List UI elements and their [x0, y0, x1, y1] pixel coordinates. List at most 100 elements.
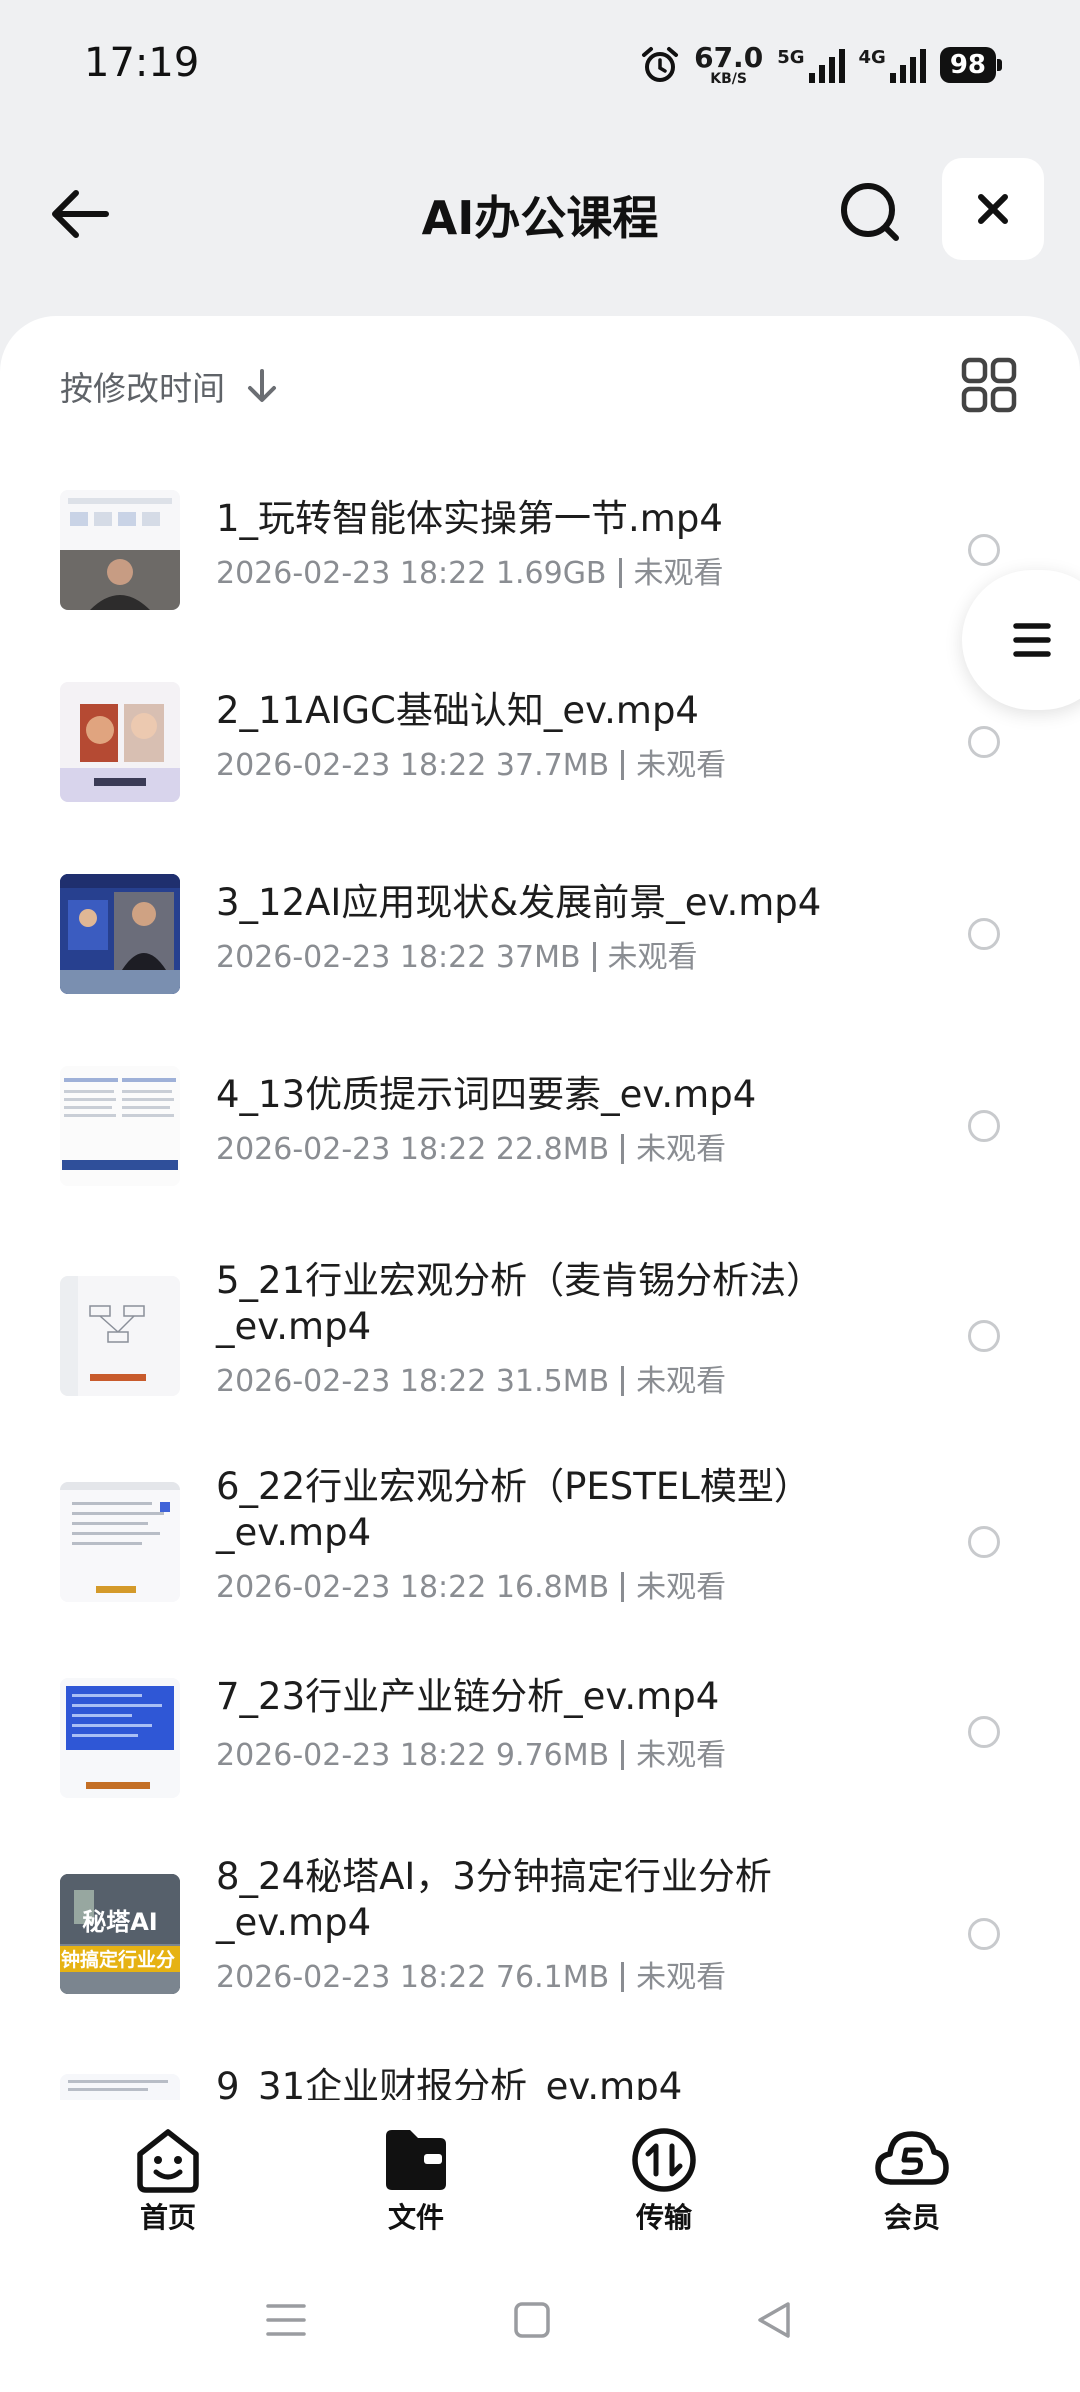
grid-view-button[interactable] [960, 356, 1018, 414]
meta-divider [621, 1962, 625, 1992]
video-thumbnail [60, 874, 180, 994]
file-name: 8_24秘塔AI，3分钟搞定行业分析_ev.mp4 [216, 1855, 772, 1944]
home-face-icon [137, 2129, 199, 2193]
file-meta: 2026-02-23 18:22 9.76MB 未观看 [216, 1730, 726, 1774]
watch-status: 未观看 [636, 1132, 727, 1167]
file-size: 1.69GB [495, 556, 607, 591]
file-meta: 2026-02-23 18:22 31.5MB 未观看 [216, 1356, 726, 1400]
home-square-icon[interactable] [512, 2300, 552, 2340]
file-size: 31.5MB [495, 1364, 610, 1399]
close-icon [978, 194, 1008, 224]
status-time: 17:19 [84, 40, 200, 86]
meta-divider [621, 1740, 625, 1770]
menu-icon [1013, 623, 1051, 657]
file-meta: 2026-02-23 18:22 22.8MB 未观看 [216, 1124, 726, 1168]
file-date: 2026-02-23 18:22 [216, 940, 487, 975]
page-title: AI办公课程 [421, 191, 659, 245]
file-name: 2_11AIGC基础认知_ev.mp4 [216, 689, 699, 732]
watch-status: 未观看 [607, 940, 698, 975]
select-checkbox[interactable] [968, 534, 1000, 566]
list-item[interactable]: 秘塔AI 钟搞定行业分 8_24秘塔AI，3分钟搞定行业分析_ev.mp4 20… [0, 1834, 1080, 2034]
select-checkbox[interactable] [968, 1526, 1000, 1558]
file-size: 9.76MB [495, 1738, 610, 1773]
tab-home[interactable]: 首页 [98, 2126, 238, 2236]
list-item[interactable]: 9_31企业财报分析_ev.mp4 [0, 2034, 1080, 2100]
file-size: 16.8MB [495, 1570, 610, 1605]
file-date: 2026-02-23 18:22 [216, 1960, 487, 1995]
meta-divider [621, 1134, 625, 1164]
network-speed: 67.0 KB/S [694, 44, 763, 87]
file-name: 7_23行业产业链分析_ev.mp4 [216, 1675, 720, 1718]
file-name: 9_31企业财报分析_ev.mp4 [216, 2065, 683, 2100]
video-thumbnail [60, 1066, 180, 1186]
file-name: 1_玩转智能体实操第一节.mp4 [216, 497, 723, 540]
list-item[interactable]: 6_22行业宏观分析（PESTEL模型）_ev.mp4 2026-02-23 1… [0, 1444, 1080, 1644]
select-checkbox[interactable] [968, 1110, 1000, 1142]
meta-divider [592, 942, 596, 972]
list-item[interactable]: 1_玩转智能体实操第一节.mp4 2026-02-23 18:22 1.69GB… [0, 466, 1080, 656]
file-name: 3_12AI应用现状&发展前景_ev.mp4 [216, 881, 822, 924]
file-date: 2026-02-23 18:22 [216, 1570, 487, 1605]
tab-files[interactable]: 文件 [346, 2126, 486, 2236]
video-thumbnail [60, 2074, 180, 2100]
thumbnail-title-line1: 秘塔AI [82, 1908, 158, 1936]
system-navigation-bar [0, 2250, 1080, 2392]
close-button[interactable] [942, 158, 1044, 260]
vip-cloud-icon [875, 2131, 949, 2185]
tab-files-label: 文件 [387, 2201, 444, 2234]
recent-apps-icon[interactable] [264, 2300, 308, 2340]
file-size: 22.8MB [495, 1132, 610, 1167]
file-meta: 2026-02-23 18:22 76.1MB 未观看 [216, 1952, 726, 1996]
back-triangle-icon[interactable] [754, 2298, 794, 2342]
file-meta: 2026-02-23 18:22 37.7MB 未观看 [216, 740, 726, 784]
sort-control[interactable]: 按修改时间 [60, 362, 279, 410]
video-thumbnail [60, 682, 180, 802]
meta-divider [621, 750, 625, 780]
file-size: 37MB [495, 940, 581, 975]
file-date: 2026-02-23 18:22 [216, 748, 487, 783]
watch-status: 未观看 [636, 748, 727, 783]
select-checkbox[interactable] [968, 726, 1000, 758]
file-meta: 2026-02-23 18:22 37MB 未观看 [216, 932, 698, 976]
tab-transfer-label: 传输 [635, 2201, 692, 2234]
list-item[interactable]: 7_23行业产业链分析_ev.mp4 2026-02-23 18:22 9.76… [0, 1644, 1080, 1834]
alarm-icon [642, 47, 679, 82]
tab-transfer[interactable]: 传输 [594, 2126, 734, 2236]
list-item[interactable]: 5_21行业宏观分析（麦肯锡分析法）_ev.mp4 2026-02-23 18:… [0, 1234, 1080, 1444]
tab-vip-label: 会员 [883, 2201, 940, 2234]
signal-5g: 5G [777, 47, 845, 83]
video-thumbnail [60, 1482, 180, 1602]
select-checkbox[interactable] [968, 1918, 1000, 1950]
select-checkbox[interactable] [968, 1716, 1000, 1748]
tab-vip[interactable]: 会员 [842, 2126, 982, 2236]
video-thumbnail [60, 490, 180, 610]
video-thumbnail: 秘塔AI 钟搞定行业分 [60, 1874, 180, 1994]
select-checkbox[interactable] [968, 1320, 1000, 1352]
folder-icon [386, 2130, 446, 2190]
file-meta: 2026-02-23 18:22 16.8MB 未观看 [216, 1562, 726, 1606]
select-checkbox[interactable] [968, 918, 1000, 950]
list-item[interactable]: 3_12AI应用现状&发展前景_ev.mp4 2026-02-23 18:22 … [0, 850, 1080, 1040]
signal-bars-icon [808, 47, 845, 83]
file-sheet: 按修改时间 1_玩转智能体实操第一节.mp4 2026-02-23 18:22 … [0, 316, 1080, 2100]
search-button[interactable] [832, 174, 908, 250]
file-name: 5_21行业宏观分析（麦肯锡分析法）_ev.mp4 [216, 1259, 824, 1348]
meta-divider [618, 558, 622, 588]
thumbnail-title-line2: 钟搞定行业分 [61, 1948, 175, 1971]
status-icons: 67.0 KB/S 5G 4G 98 [640, 40, 1003, 90]
list-item[interactable]: 4_13优质提示词四要素_ev.mp4 2026-02-23 18:22 22.… [0, 1042, 1080, 1232]
signal-5g-label: 5G [777, 47, 805, 68]
signal-4g-label: 4G [858, 47, 886, 68]
file-size: 76.1MB [495, 1960, 610, 1995]
file-date: 2026-02-23 18:22 [216, 556, 487, 591]
bottom-nav: 首页 文件 传输 会员 [0, 2100, 1080, 2250]
watch-status: 未观看 [636, 1570, 727, 1605]
battery-indicator: 98 [939, 47, 1003, 83]
sort-down-arrow-icon [248, 369, 276, 402]
list-item[interactable]: 2_11AIGC基础认知_ev.mp4 2026-02-23 18:22 37.… [0, 658, 1080, 848]
watch-status: 未观看 [636, 1738, 727, 1773]
file-meta: 2026-02-23 18:22 1.69GB 未观看 [216, 548, 724, 592]
transfer-icon [632, 2128, 696, 2192]
sort-label: 按修改时间 [60, 369, 225, 408]
file-size: 37.7MB [495, 748, 610, 783]
